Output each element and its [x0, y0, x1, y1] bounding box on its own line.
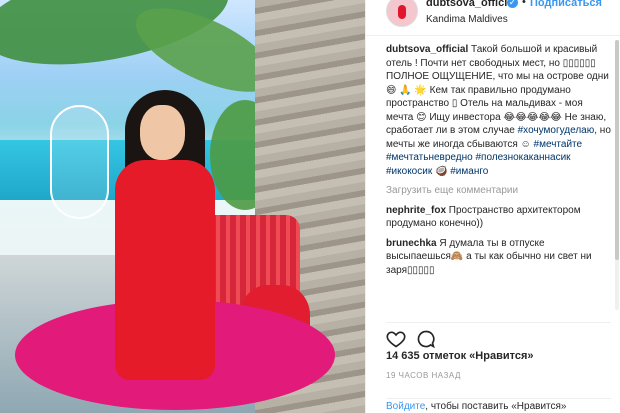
coconut-emoji: 🥥: [435, 165, 448, 177]
likes-count[interactable]: 14 635 отметок «Нравится»: [386, 350, 534, 362]
comment-username[interactable]: brunechka: [386, 238, 437, 249]
login-prompt: Войдите, чтобы поставить «Нравится»: [386, 398, 611, 412]
header-username[interactable]: dubtsova_official: [426, 0, 516, 9]
comments-section: dubtsova_official Такой большой и красив…: [386, 43, 611, 277]
load-more-comments-button[interactable]: Загрузить еще комментарии: [386, 184, 611, 198]
hashtag-link[interactable]: #икокосик: [386, 166, 432, 177]
location-link[interactable]: Kandima Maldives: [426, 14, 508, 25]
separator-dot: •: [522, 0, 526, 8]
comment: nephrite_fox Пространство архитектором п…: [386, 204, 611, 231]
caption: dubtsova_official Такой большой и красив…: [386, 43, 611, 178]
hashtag-link[interactable]: #мечтайте: [534, 139, 583, 150]
red-dress: [115, 160, 215, 380]
hashtag-link[interactable]: #иманго: [450, 166, 488, 177]
avatar[interactable]: [386, 0, 418, 27]
hashtag-link[interactable]: #хочумогуделаю: [518, 125, 595, 136]
face: [140, 105, 185, 160]
login-text: , чтобы поставить «Нравится»: [425, 401, 567, 412]
post-actions: [386, 322, 611, 349]
hanging-chair: [50, 105, 109, 219]
comment-username[interactable]: nephrite_fox: [386, 205, 446, 216]
hashtag-link[interactable]: #мечтатьневредно: [386, 152, 473, 163]
hashtag-link[interactable]: #полезнокаканнасик: [475, 152, 570, 163]
caption-text: Такой большой и красивый отель ! Почти н…: [386, 44, 609, 136]
scrollbar-thumb[interactable]: [615, 40, 619, 260]
comment-icon[interactable]: [416, 329, 436, 349]
post-header: dubtsova_official ✓ • Подписаться Kandim…: [366, 0, 620, 36]
post-photo[interactable]: [0, 0, 365, 413]
caption-username[interactable]: dubtsova_official: [386, 44, 468, 55]
comment: brunechka Я думала ты в отпуске высыпаеш…: [386, 237, 611, 278]
login-link[interactable]: Войдите: [386, 401, 425, 412]
post-details-panel: dubtsova_official ✓ • Подписаться Kandim…: [365, 0, 620, 413]
post-time: 19 ЧАСОВ НАЗАД: [386, 371, 461, 380]
follow-button[interactable]: Подписаться: [530, 0, 602, 9]
heart-icon[interactable]: [386, 329, 406, 349]
woman-in-red-dress: [105, 90, 225, 400]
